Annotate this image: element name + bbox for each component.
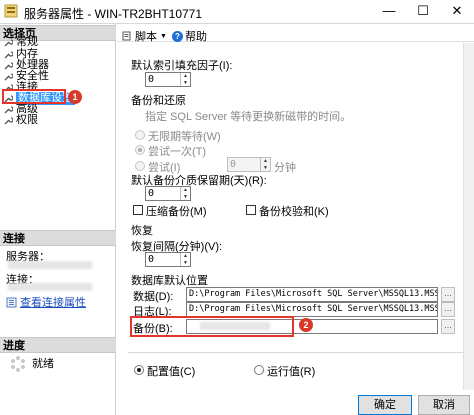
wrench-icon [4, 51, 13, 59]
default-index-fill-label: 默认索引填充因子(I): [131, 60, 233, 72]
backup-retention-spinner[interactable]: 0 ▲ ▼ [145, 186, 191, 201]
recovery-interval-value: 0 [148, 254, 155, 265]
app-icon [4, 4, 18, 18]
progress-header: 进度 [0, 337, 116, 353]
callout-badge-2: 2 [299, 318, 313, 332]
script-button[interactable]: 脚本 ▼ [122, 28, 167, 44]
wrench-icon [4, 39, 13, 47]
properties-icon [6, 297, 17, 307]
spin-down-icon[interactable]: ▼ [181, 260, 190, 267]
nav-item-label: 权限 [16, 114, 38, 126]
help-button[interactable]: ? 帮助 [172, 28, 207, 44]
ok-button[interactable]: 确定 [358, 395, 412, 415]
wrench-icon [4, 62, 13, 70]
callout-highlight-2 [130, 316, 294, 337]
recovery-interval-spinner[interactable]: 0 ▲ ▼ [145, 252, 191, 267]
backup-checksum-label: 备份校验和(K) [259, 206, 329, 218]
close-button[interactable]: ✕ [440, 0, 474, 24]
view-connection-properties-label: 查看连接属性 [20, 297, 86, 309]
window-title: 服务器属性 - WIN-TR2BHT10771 [24, 7, 203, 21]
wrench-icon [4, 106, 13, 114]
running-values-label: 运行值(R) [267, 366, 316, 378]
default-index-fill-value: 0 [148, 74, 155, 85]
minimize-button[interactable]: — [372, 0, 406, 24]
configured-values-label: 配置值(C) [147, 366, 196, 378]
try-once-radio[interactable] [135, 145, 145, 155]
configured-values-radio[interactable] [134, 365, 144, 375]
recovery-label: 恢复 [131, 225, 153, 237]
help-label: 帮助 [185, 31, 207, 43]
script-icon [122, 31, 131, 41]
callout-badge-1: 1 [68, 90, 82, 104]
chevron-down-icon: ▼ [160, 32, 167, 40]
help-icon: ? [172, 30, 183, 42]
tape-prompt-label: 指定 SQL Server 等待更换新磁带的时间。 [145, 111, 352, 123]
wrench-icon [4, 117, 13, 125]
default-index-fill-spinner[interactable]: 0 ▲ ▼ [145, 72, 191, 87]
vertical-scrollbar[interactable] [463, 43, 474, 390]
backup-retention-value: 0 [148, 188, 155, 199]
data-location-label: 数据(D): [133, 291, 174, 303]
callout-highlight-1 [2, 89, 66, 104]
backup-restore-label: 备份和还原 [131, 95, 186, 107]
try-once-label: 尝试一次(T) [148, 146, 207, 158]
compress-backup-checkbox[interactable] [133, 205, 143, 215]
backup-browse-button[interactable]: … [441, 319, 455, 334]
data-browse-button[interactable]: … [441, 287, 455, 302]
divider [128, 352, 463, 353]
view-connection-properties-link[interactable]: 查看连接属性 [6, 294, 86, 310]
log-browse-button[interactable]: … [441, 302, 455, 317]
minutes-label: 分钟 [274, 162, 296, 174]
backup-checksum-checkbox[interactable] [246, 205, 256, 215]
wait-indefinitely-radio[interactable] [135, 130, 145, 140]
cancel-button[interactable]: 取消 [418, 395, 470, 415]
script-label: 脚本 [135, 31, 157, 43]
title-bar: 服务器属性 - WIN-TR2BHT10771 — ☐ ✕ [0, 0, 474, 24]
db-default-locations-label: 数据库默认位置 [131, 275, 208, 287]
try-minutes-value: 0 [230, 159, 237, 170]
data-location-input[interactable]: D:\Program Files\Microsoft SQL Server\MS… [186, 287, 438, 302]
log-location-input[interactable]: D:\Program Files\Microsoft SQL Server\MS… [186, 302, 438, 317]
maximize-button[interactable]: ☐ [406, 0, 440, 24]
wait-indefinitely-label: 无限期等待(W) [148, 131, 221, 143]
compress-backup-label: 压缩备份(M) [146, 206, 207, 218]
progress-status: 就绪 [32, 358, 54, 370]
spin-down-icon[interactable]: ▼ [181, 80, 190, 87]
try-radio[interactable] [135, 161, 145, 171]
running-values-radio[interactable] [254, 365, 264, 375]
server-value-redacted [8, 261, 92, 269]
connection-header: 连接 [0, 230, 116, 246]
try-minutes-spinner[interactable]: 0 ▲ ▼ [227, 157, 271, 172]
progress-spinner-icon [8, 354, 28, 377]
spin-down-icon[interactable]: ▼ [261, 165, 270, 172]
connection-value-redacted [8, 283, 92, 291]
wrench-icon [4, 73, 13, 81]
toolbar [117, 24, 474, 42]
spin-down-icon[interactable]: ▼ [181, 194, 190, 201]
nav-item[interactable]: 权限 [4, 114, 38, 127]
